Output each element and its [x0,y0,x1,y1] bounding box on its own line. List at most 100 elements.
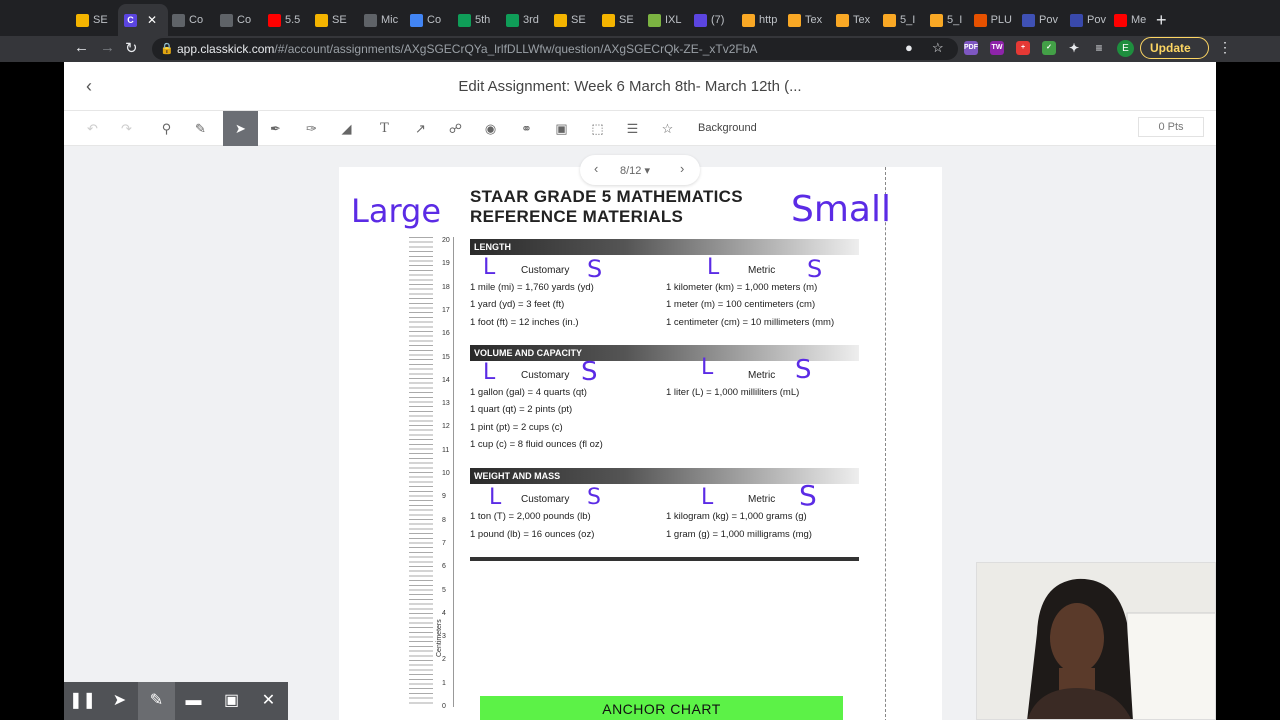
ruler-ticks [409,237,433,707]
browser-tab[interactable]: IXL [642,8,686,32]
profile-avatar[interactable]: E [1117,40,1134,57]
tab-title: 5_I [900,14,916,26]
redo-icon[interactable]: ↷ [109,111,144,146]
back-arrow-icon[interactable]: ← [74,39,89,56]
browser-tab[interactable]: Mic [358,8,402,32]
browser-tab[interactable]: Tex [782,8,826,32]
camera-icon[interactable]: ● [905,40,913,55]
browser-tab[interactable]: 5_I [924,8,968,32]
address-bar[interactable]: 🔒 app.classkick.com/#/account/assignment… [152,38,958,60]
pen-icon[interactable]: ✒ [258,111,293,146]
tab-favicon-icon [883,13,896,27]
bookmark-star-icon[interactable]: ☆ [932,40,944,56]
browser-tab[interactable]: SE [548,8,592,32]
eraser-icon[interactable]: ◢ [329,111,364,146]
next-page-icon[interactable]: › [680,161,684,176]
browser-tab[interactable]: http [736,8,780,32]
handwriting-s: S [799,479,817,512]
undo-icon[interactable]: ↶ [75,111,110,146]
close-icon[interactable]: ✕ [250,682,287,720]
customary-label: Customary [521,494,570,505]
ruler-number: 14 [442,376,450,384]
ruler-number: 8 [442,516,446,524]
browser-tab[interactable]: Co [404,8,448,32]
tab-title: 3rd [523,14,539,26]
cursor-icon[interactable]: ➤ [101,682,138,720]
browser-tab[interactable]: Pov [1016,8,1060,32]
browser-tab[interactable]: Co [214,8,258,32]
document-title-line2: REFERENCE MATERIALS [470,207,684,226]
link-icon[interactable]: ☍ [438,111,473,146]
conversion-row: 1 cup (c) = 8 fluid ounces (fl oz) [470,439,603,450]
tab-favicon-icon [602,13,615,27]
tab-title: SE [571,14,586,26]
zoom-icon[interactable]: ⚲ [149,111,184,146]
camera-tool-icon[interactable]: ◉ [473,111,508,146]
pause-icon[interactable]: ❚❚ [64,682,101,720]
extension-plus-icon[interactable]: + [1016,41,1030,55]
webcam-icon[interactable]: ▣ [213,682,250,720]
app-header: ‹ Edit Assignment: Week 6 March 8th- Mar… [64,62,1216,110]
color-picker-icon[interactable]: ✎ [183,111,218,146]
browser-tab[interactable]: 5th [452,8,496,32]
browser-tab[interactable]: SE [309,8,353,32]
points-field[interactable]: 0 Pts [1138,117,1204,137]
previous-page-icon[interactable]: ‹ [594,161,598,176]
browser-tab[interactable]: 5_I [877,8,921,32]
shapes-icon[interactable]: ▣ [544,111,579,146]
ruler-number: 13 [442,400,450,408]
background-button[interactable]: Background [698,122,757,134]
browser-menu-icon[interactable]: ⋮ [1218,39,1232,56]
browser-tab[interactable]: Me [1108,8,1152,32]
tab-favicon-icon [1070,13,1083,27]
update-button[interactable]: Update [1140,37,1209,59]
line-tool-icon[interactable]: ↗ [403,111,438,146]
browser-tab[interactable]: Co [166,8,210,32]
tab-favicon-icon [315,13,328,27]
extension-check-icon[interactable]: ✓ [1042,41,1056,55]
conversion-row: 1 meter (m) = 100 centimeters (cm) [666,299,816,310]
browser-tab[interactable]: Tex [830,8,874,32]
tab-favicon-icon [268,13,281,27]
highlighter-icon[interactable]: ✑ [294,111,329,146]
forward-arrow-icon[interactable]: → [100,39,115,56]
extension-pdf-icon[interactable]: PDF [964,41,978,55]
box-select-icon[interactable]: ⬚ [580,111,615,146]
tab-title: Tex [805,14,823,26]
browser-tab[interactable]: Pov [1064,8,1108,32]
browser-tab-strip: + SE C ✕ Co Co 5.5 SE Mic Co 5th 3rd SE SE IXL (7) http… [0,0,1280,36]
page-indicator[interactable]: 8/12 ▾ [620,164,650,177]
tab-close-icon[interactable]: ✕ [147,13,157,27]
conversion-row: 1 quart (qt) = 2 pints (pt) [470,404,573,415]
sticker-star-icon[interactable]: ☆ [650,111,685,146]
extension-tw-icon[interactable]: TW [990,41,1004,55]
conversion-row: 1 gallon (gal) = 4 quarts (qt) [470,387,587,398]
browser-tab[interactable]: 3rd [500,8,544,32]
highlighter-icon[interactable]: ▬ [175,682,212,720]
multiple-choice-icon[interactable]: ☰ [615,111,650,146]
browser-tab[interactable]: (7) [688,8,732,32]
pen-icon[interactable]: ✎ [138,682,175,720]
new-tab-button[interactable]: + [1156,10,1167,31]
select-pointer-icon[interactable]: ➤ [223,111,258,146]
lock-icon: 🔒 [160,43,174,55]
ruler-number: 9 [442,493,446,501]
browser-tab[interactable]: 5.5 [262,8,306,32]
browser-tab[interactable]: SE [596,8,640,32]
ruler-number: 10 [442,470,450,477]
tab-favicon-icon [554,13,567,27]
microphone-icon[interactable]: ⚭ [509,111,544,146]
ruler-number: 17 [442,306,450,314]
text-tool-icon[interactable]: T [367,111,402,146]
browser-tab[interactable]: SE [70,8,114,32]
tab-favicon-icon [1022,13,1035,27]
handwriting-s: S [807,255,823,283]
handwriting-l: L [483,360,496,385]
reload-icon[interactable]: ↻ [125,39,138,57]
browser-tab[interactable]: C ✕ [118,4,168,36]
reading-list-icon[interactable]: ≡ [1092,41,1106,55]
worksheet-page[interactable]: Centimeters 20 19 18 17 16 15 14 13 12 11 10 9 8 7 6 5 4… [339,167,942,720]
webcam-video [976,562,1216,720]
browser-tab[interactable]: PLU [968,8,1012,32]
extensions-puzzle-icon[interactable]: ✦ [1067,41,1081,55]
